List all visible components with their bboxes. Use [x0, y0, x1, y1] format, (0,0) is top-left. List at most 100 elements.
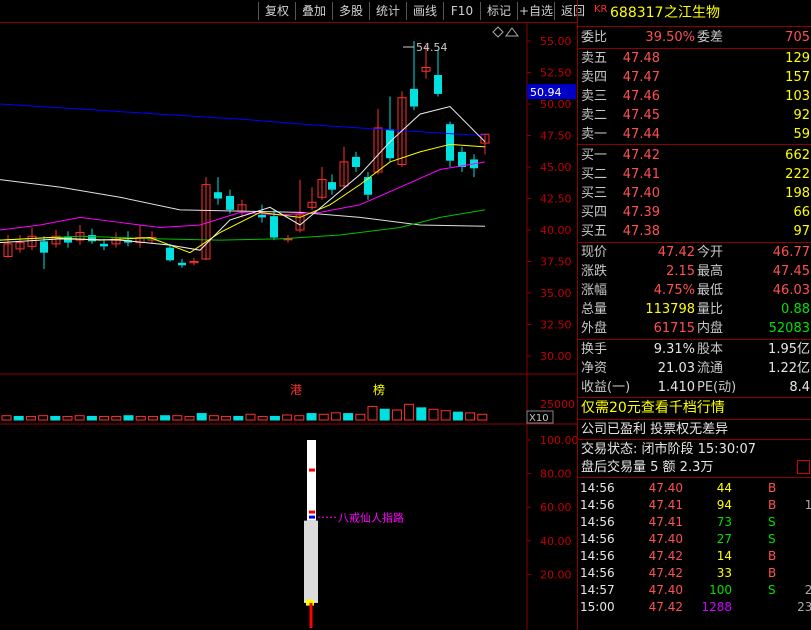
stat-value: 61715 — [653, 321, 695, 336]
price-axis-label: 32.50 — [540, 319, 572, 332]
bid-row-1: 买一 47.42 662 — [578, 146, 811, 165]
ask-label: 卖四 — [581, 70, 608, 85]
toolbar-button-5[interactable]: F10 — [443, 2, 480, 20]
stat-value: 4.75% — [653, 283, 695, 298]
volume-bar — [38, 415, 49, 421]
volume-bar — [379, 408, 390, 421]
indicator-mark — [309, 510, 315, 514]
tick-time: 14:56 — [580, 532, 615, 546]
tick-price: 47.41 — [648, 498, 683, 512]
candle-down — [214, 192, 222, 199]
tick-time: 14:56 — [580, 498, 615, 512]
fund-value-2: 8.4 — [789, 380, 810, 395]
stat-label-2: 最低 — [697, 283, 724, 298]
tick-volume: 94 — [716, 498, 732, 512]
ma5-line — [0, 105, 486, 251]
ask-volume: 157 — [785, 70, 810, 85]
ask-price: 47.48 — [622, 51, 660, 66]
tick-price: 47.40 — [648, 532, 683, 546]
stat-value: 113798 — [645, 302, 695, 317]
toolbar-button-2[interactable]: 多股 — [332, 2, 369, 20]
toolbar-button-7[interactable]: +自选 — [517, 2, 554, 20]
volume-bar — [245, 413, 256, 421]
quote-panel: KR 688317 之江生物 委比 39.50% 委差 705 仅需20元查看千… — [577, 0, 811, 630]
volume-bar — [184, 415, 195, 421]
tick-side: S — [768, 583, 776, 597]
after-hours-text: 盘后交易量 5 额 2.3万 — [581, 460, 714, 475]
indicator-axis-label: 100.00 — [540, 434, 577, 447]
weibi-value: 39.50% — [645, 30, 695, 45]
profit-text: 公司已盈利 投票权无差异 — [581, 422, 729, 437]
stat-label-2: 量比 — [697, 302, 724, 317]
chart-toolbar: 复权 叠加 多股 统计 画线 F10 标记 +自选 返回 — [0, 0, 585, 23]
price-axis-label: 40.00 — [540, 224, 572, 237]
fund-label: 收益(一) — [581, 380, 631, 395]
tick-time: 14:57 — [580, 583, 615, 597]
stat-value: 2.15 — [666, 264, 695, 279]
toolbar-button-4[interactable]: 画线 — [406, 2, 443, 20]
stat-row-1: 涨跌 2.15 最高 47.45 — [578, 262, 811, 281]
toolbar-button-6[interactable]: 标记 — [480, 2, 517, 20]
promo-banner[interactable]: 仅需20元查看千档行情 — [578, 399, 811, 418]
tick-time: 14:56 — [580, 481, 615, 495]
candle-down — [226, 195, 234, 210]
volume-bar — [1, 415, 12, 421]
volume-bar — [135, 415, 146, 421]
volume-axis-label: 25000 — [540, 398, 575, 411]
tick-price: 47.41 — [648, 515, 683, 529]
bid-price: 47.38 — [622, 224, 660, 239]
candle-down — [100, 243, 108, 247]
ask-price: 47.44 — [622, 127, 660, 142]
ask-row-1: 卖五 47.48 129 — [578, 49, 811, 68]
trade-status-text: 交易状态: 闭市阶段 15:30:07 — [581, 442, 757, 457]
volume-bar — [416, 407, 427, 421]
volume-bar — [99, 415, 110, 421]
weibi-label: 委比 — [581, 30, 608, 45]
stat-label: 总量 — [581, 302, 608, 317]
stat-label-2: 内盘 — [697, 321, 724, 336]
bid-price: 47.39 — [622, 205, 660, 220]
candle-down — [410, 88, 418, 107]
volume-bar — [477, 413, 488, 421]
profit-line: 公司已盈利 投票权无差异 — [578, 420, 811, 439]
kline-chart[interactable]: 55.00 52.50 50.00 47.50 45.00 42.50 40.00 37.50… — [0, 22, 577, 630]
volume-bar — [318, 413, 329, 421]
weicha-label: 委差 — [697, 30, 724, 45]
volume-bar — [440, 410, 451, 421]
marker-bang: 榜 — [373, 382, 385, 397]
tick-volume: 1288 — [701, 600, 732, 614]
ask-volume: 103 — [785, 89, 810, 104]
volume-bar — [428, 408, 439, 421]
volume-bar — [50, 415, 61, 421]
ask-label: 卖一 — [581, 127, 608, 142]
indicator-bar-white — [307, 440, 316, 521]
fund-label-2: 股本 — [697, 342, 724, 357]
weibi-row: 委比 39.50% 委差 705 — [578, 28, 811, 47]
tick-row: 14:5647.4233B7 — [578, 565, 811, 582]
volume-bar — [367, 405, 378, 421]
indicator-axis-label: 40.00 — [540, 535, 572, 548]
expand-icon[interactable] — [797, 460, 810, 474]
price-axis-label: 30.00 — [540, 350, 572, 363]
volume-bar — [465, 412, 476, 421]
bid-price: 47.42 — [622, 148, 660, 163]
tick-row: 14:5647.4173S3 — [578, 514, 811, 531]
candle-down — [434, 75, 442, 94]
bid-row-3: 买三 47.40 198 — [578, 184, 811, 203]
bid-volume: 222 — [785, 167, 810, 182]
ask-price: 47.46 — [622, 89, 660, 104]
tick-side: S — [768, 532, 776, 546]
volume-bar — [343, 413, 354, 421]
indicator-annotation: 八戒仙人指路 — [338, 510, 404, 524]
toolbar-button-3[interactable]: 统计 — [369, 2, 406, 20]
tick-volume: 14 — [716, 549, 732, 563]
volume-bar — [221, 415, 232, 421]
volume-bar — [282, 414, 293, 421]
tick-count: 16 — [804, 498, 811, 512]
toolbar-button-1[interactable]: 叠加 — [295, 2, 332, 20]
indicator-mark — [309, 515, 315, 519]
ma20-line — [0, 161, 486, 231]
candle-down — [386, 129, 394, 159]
trade-status: 交易状态: 闭市阶段 15:30:07 — [578, 440, 811, 459]
toolbar-button-0[interactable]: 复权 — [258, 2, 295, 20]
